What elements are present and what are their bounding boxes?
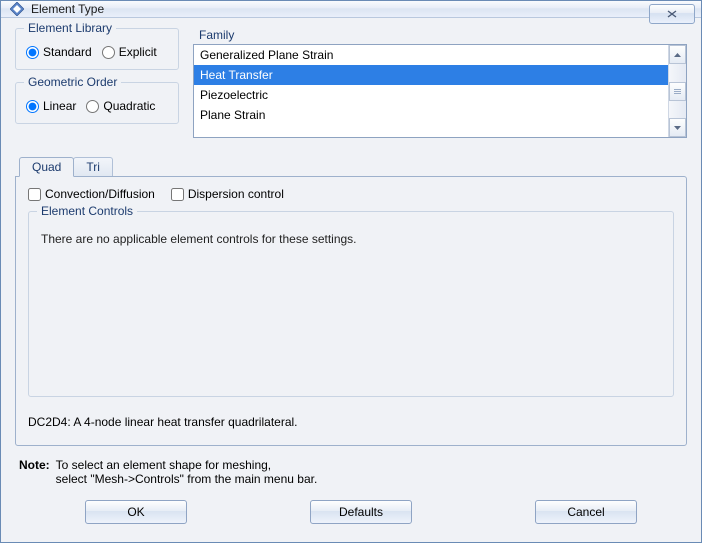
app-icon — [9, 1, 25, 17]
checkbox-input[interactable] — [171, 188, 184, 201]
defaults-button[interactable]: Defaults — [310, 500, 412, 524]
radio-quadratic-input[interactable] — [86, 100, 99, 113]
checkbox-label: Convection/Diffusion — [45, 187, 155, 201]
chevron-down-icon — [674, 126, 681, 130]
family-listbox[interactable]: Generalized Plane StrainHeat TransferPie… — [193, 44, 687, 138]
scroll-up-button[interactable] — [669, 45, 686, 64]
tab-label: Tri — [86, 160, 100, 174]
group-legend: Family — [199, 28, 687, 42]
checkbox-label: Dispersion control — [188, 187, 284, 201]
group-element-controls: Element Controls There are no applicable… — [28, 211, 674, 397]
group-family: Family Generalized Plane StrainHeat Tran… — [193, 28, 687, 138]
radio-standard-input[interactable] — [26, 46, 39, 59]
note-line-2: select "Mesh->Controls" from the main me… — [56, 472, 318, 486]
dialog-element-type: Element Type Element Library Standard — [0, 0, 702, 543]
button-label: OK — [127, 505, 144, 519]
family-list-item[interactable]: Piezoelectric — [194, 85, 668, 105]
radio-label: Quadratic — [103, 99, 155, 113]
tab-quad[interactable]: Quad — [19, 157, 74, 177]
element-controls-message: There are no applicable element controls… — [41, 232, 357, 246]
cancel-button[interactable]: Cancel — [535, 500, 637, 524]
radio-standard[interactable]: Standard — [26, 45, 92, 59]
scrollbar[interactable] — [668, 45, 686, 137]
tab-label: Quad — [32, 160, 61, 174]
group-legend: Geometric Order — [24, 75, 121, 89]
radio-label: Standard — [43, 45, 92, 59]
family-list-item[interactable]: Heat Transfer — [194, 65, 668, 85]
button-label: Cancel — [567, 505, 604, 519]
family-list-item[interactable]: Generalized Plane Strain — [194, 45, 668, 65]
radio-linear[interactable]: Linear — [26, 99, 76, 113]
tab-tri[interactable]: Tri — [73, 157, 113, 176]
radio-linear-input[interactable] — [26, 100, 39, 113]
group-legend: Element Controls — [37, 204, 137, 218]
title-bar: Element Type — [1, 1, 701, 18]
radio-explicit-input[interactable] — [102, 46, 115, 59]
group-geometric-order: Geometric Order Linear Quadratic — [15, 82, 179, 124]
button-bar: OK Defaults Cancel — [15, 486, 687, 532]
grip-icon — [673, 88, 682, 95]
close-button[interactable] — [649, 4, 695, 24]
radio-quadratic[interactable]: Quadratic — [86, 99, 155, 113]
checkbox-input[interactable] — [28, 188, 41, 201]
chevron-up-icon — [674, 53, 681, 57]
checkbox-dispersion-control[interactable]: Dispersion control — [171, 187, 284, 201]
tab-strip: Quad Tri — [15, 154, 687, 176]
checkbox-convection-diffusion[interactable]: Convection/Diffusion — [28, 187, 155, 201]
radio-label: Linear — [43, 99, 76, 113]
close-icon — [667, 10, 677, 18]
group-legend: Element Library — [24, 21, 116, 35]
radio-explicit[interactable]: Explicit — [102, 45, 157, 59]
scroll-thumb-indicator[interactable] — [669, 82, 686, 101]
dialog-client-area: Element Library Standard Explicit Geome — [1, 18, 701, 542]
radio-label: Explicit — [119, 45, 157, 59]
note-text: Note: To select an element shape for mes… — [19, 458, 683, 486]
family-list-item[interactable]: Plane Strain — [194, 105, 668, 125]
window-title: Element Type — [31, 2, 104, 16]
tab-panel-quad: Convection/Diffusion Dispersion control … — [15, 176, 687, 446]
element-description: DC2D4: A 4-node linear heat transfer qua… — [28, 415, 674, 429]
note-line-1: To select an element shape for meshing, — [56, 458, 318, 472]
note-label: Note: — [19, 458, 50, 486]
scroll-down-button[interactable] — [669, 118, 686, 137]
button-label: Defaults — [339, 505, 383, 519]
ok-button[interactable]: OK — [85, 500, 187, 524]
group-element-library: Element Library Standard Explicit — [15, 28, 179, 70]
